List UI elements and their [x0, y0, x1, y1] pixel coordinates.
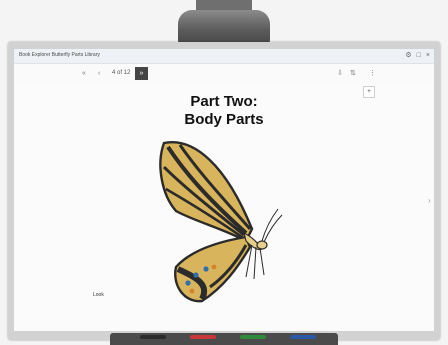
page-title-line2: Body Parts: [184, 111, 264, 128]
close-icon[interactable]: ×: [426, 51, 430, 60]
black-pen[interactable]: [140, 335, 166, 339]
footer-note: Look: [93, 292, 104, 298]
previous-page-button[interactable]: ‹: [98, 69, 100, 78]
page-indicator: 4 of 12: [112, 70, 131, 76]
side-panel-handle[interactable]: ›: [428, 195, 434, 207]
settings-icon[interactable]: ⚙: [405, 51, 411, 60]
next-page-button[interactable]: »: [135, 67, 148, 80]
red-pen[interactable]: [190, 335, 216, 339]
zoom-in-button[interactable]: +: [363, 86, 375, 98]
blue-pen[interactable]: [290, 335, 316, 339]
first-page-button[interactable]: «: [82, 69, 86, 78]
maximize-icon[interactable]: □: [417, 51, 421, 60]
document-camera: [178, 10, 270, 46]
window-controls: ⚙ □ ×: [405, 51, 430, 60]
page-title: Part Two: Body Parts: [164, 93, 284, 129]
window-title: Book Explorer Butterfly Parts Library: [19, 52, 100, 58]
butterfly-lower-wing: [174, 235, 252, 303]
viewer-toolbar: « ‹ 4 of 12 » ⇩ ⇅ ⋮: [14, 64, 434, 84]
projected-screen: Book Explorer Butterfly Parts Library ⚙ …: [14, 49, 434, 331]
sort-icon[interactable]: ⇅: [350, 69, 356, 78]
butterfly-illustration: [159, 141, 283, 303]
page-title-line1: Part Two:: [190, 93, 258, 110]
download-icon[interactable]: ⇩: [337, 69, 343, 78]
pen-tray: [110, 333, 338, 345]
more-options-icon[interactable]: ⋮: [369, 69, 376, 78]
window-titlebar: Book Explorer Butterfly Parts Library ⚙ …: [14, 49, 434, 64]
green-pen[interactable]: [240, 335, 266, 339]
